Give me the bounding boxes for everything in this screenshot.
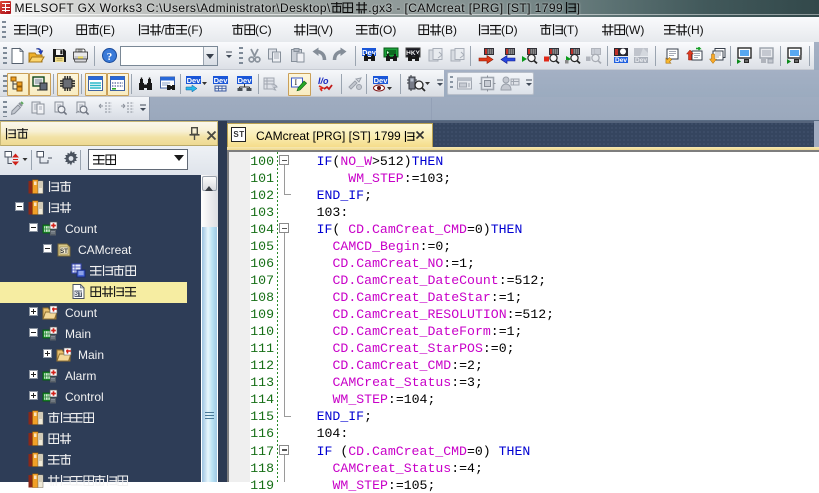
svg-text:I/o: I/o bbox=[318, 76, 329, 86]
svg-text:Dev: Dev bbox=[214, 76, 229, 85]
svg-text:?: ? bbox=[107, 51, 113, 63]
svg-text:I: I bbox=[295, 78, 298, 87]
svg-text:Dev: Dev bbox=[238, 76, 253, 85]
svg-text:Dev: Dev bbox=[615, 57, 627, 64]
svg-text:Dev: Dev bbox=[187, 76, 202, 85]
svg-text:Dev: Dev bbox=[374, 76, 389, 85]
svg-text:ST: ST bbox=[60, 249, 68, 255]
svg-text:HKY: HKY bbox=[406, 50, 420, 57]
svg-text:Dev: Dev bbox=[362, 48, 377, 57]
svg-text:Dev: Dev bbox=[635, 57, 647, 64]
svg-text:ST: ST bbox=[74, 292, 82, 298]
